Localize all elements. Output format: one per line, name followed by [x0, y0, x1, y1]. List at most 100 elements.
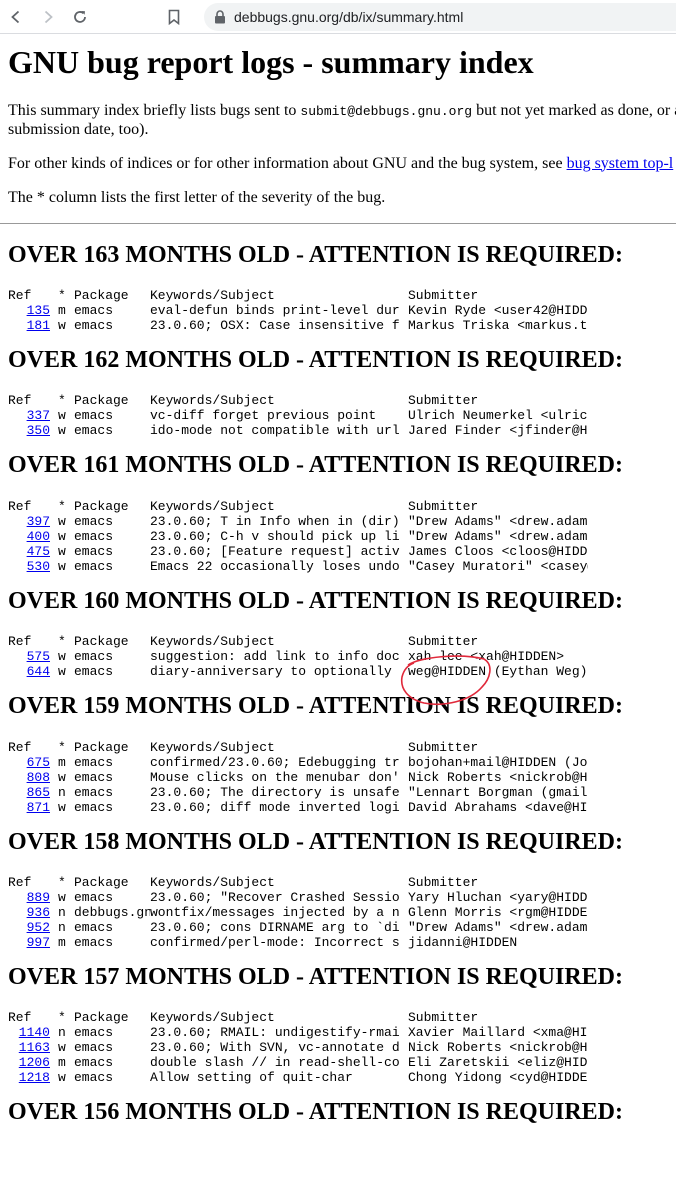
severity-cell: w [58, 1040, 66, 1056]
header-subj: Keywords/Subject [150, 1010, 275, 1026]
table-header: Ref * Package Keywords/Subject Submitter [8, 634, 668, 649]
package-cell: emacs [74, 1055, 114, 1071]
ref-cell: 1218 [8, 1070, 50, 1085]
table-header: Ref * Package Keywords/Subject Submitter [8, 499, 668, 514]
column-gap [400, 875, 408, 890]
bug-ref-link[interactable]: 1206 [19, 1055, 50, 1070]
subject-cell: suggestion: add link to info doc in [150, 649, 400, 665]
bug-ref-link[interactable]: 936 [27, 905, 50, 920]
subject-cell: 23.0.60; cons DIRNAME arg to `dired [150, 919, 400, 935]
bug-ref-link[interactable]: 865 [27, 785, 50, 800]
bug-ref-link[interactable]: 337 [27, 408, 50, 423]
header-sev: * [58, 634, 66, 650]
column-gap [50, 544, 58, 559]
package-cell: emacs [74, 513, 114, 529]
column-gap [400, 740, 408, 755]
submitter-cell: Glenn Morris <rgm@HIDDEN> [408, 904, 588, 920]
severity-cell: w [58, 649, 66, 665]
ref-cell: 475 [8, 544, 50, 559]
bug-ref-link[interactable]: 644 [27, 664, 50, 679]
bug-ref-link[interactable]: 1163 [19, 1040, 50, 1055]
subject-cell: confirmed/23.0.60; Edebugging track [150, 754, 400, 770]
back-button[interactable] [0, 0, 32, 34]
header-submitter: Submitter [408, 1010, 479, 1026]
column-gap [50, 423, 58, 438]
bug-ref-link[interactable]: 1140 [19, 1025, 50, 1040]
severity-cell: w [58, 799, 66, 815]
severity-cell: w [58, 513, 66, 529]
column-gap [50, 303, 58, 318]
header-subj: Keywords/Subject [150, 739, 275, 755]
bug-system-top-link[interactable]: bug system top-l [567, 155, 674, 172]
column-gap [400, 1010, 408, 1025]
submitter-cell: Chong Yidong <cyd@HIDDEN> [408, 1070, 588, 1086]
submitter-cell: Markus Triska <markus.tri [408, 317, 588, 333]
bug-ref-link[interactable]: 135 [27, 303, 50, 318]
severity-cell: w [58, 423, 66, 439]
section-heading: OVER 158 MONTHS OLD - ATTENTION IS REQUI… [8, 828, 623, 855]
submitter-cell: Xavier Maillard <xma@HIDD [408, 1025, 588, 1041]
severity-cell: n [58, 904, 66, 920]
table-row: 808 w emacs Mouse clicks on the menubar don… [8, 770, 668, 785]
bug-ref-link[interactable]: 400 [27, 529, 50, 544]
column-gap [400, 499, 408, 514]
column-gap [400, 890, 408, 905]
section-heading: OVER 159 MONTHS OLD - ATTENTION IS REQUI… [8, 693, 623, 720]
bug-ref-link[interactable]: 575 [27, 649, 50, 664]
header-ref: Ref [8, 1010, 32, 1026]
bug-ref-link[interactable]: 871 [27, 800, 50, 815]
bug-ref-link[interactable]: 997 [27, 935, 50, 950]
submitter-cell: Yary Hluchan <yary@HIDDEN [408, 889, 588, 905]
column-gap [50, 875, 58, 890]
column-gap [400, 544, 408, 559]
bug-table: Ref * Package Keywords/Subject Submitter 337 w… [8, 393, 668, 438]
bug-ref-link[interactable]: 675 [27, 755, 50, 770]
column-gap [400, 559, 408, 574]
bug-table: Ref * Package Keywords/Subject Submitter 675 m… [8, 740, 668, 815]
header-submitter: Submitter [408, 498, 479, 514]
column-gap [400, 318, 408, 333]
forward-button[interactable] [32, 0, 64, 34]
column-gap [400, 1025, 408, 1040]
package-cell: emacs [74, 528, 114, 544]
header-ref: Ref [8, 874, 32, 890]
bug-table: Ref * Package Keywords/Subject Submitter 575 w… [8, 634, 668, 679]
subject-cell: 23.0.60; OSX: Case insensitive file [150, 317, 400, 333]
ref-cell: 575 [8, 649, 50, 664]
column-gap [400, 920, 408, 935]
table-header: Ref * Package Keywords/Subject Submitter [8, 1010, 668, 1025]
address-bar[interactable]: debbugs.gnu.org/db/ix/summary.html [204, 3, 676, 31]
ref-cell: 808 [8, 770, 50, 785]
bookmark-button[interactable] [158, 0, 190, 34]
reload-button[interactable] [64, 0, 96, 34]
column-gap [50, 499, 58, 514]
column-gap [400, 423, 408, 438]
bug-ref-link[interactable]: 475 [27, 544, 50, 559]
subject-cell: 23.0.60; "Recover Crashed Session" [150, 889, 400, 905]
header-ref: Ref [8, 634, 32, 650]
section-heading: OVER 162 MONTHS OLD - ATTENTION IS REQUI… [8, 346, 623, 373]
bug-ref-link[interactable]: 530 [27, 559, 50, 574]
column-gap [50, 785, 58, 800]
severity-cell: w [58, 889, 66, 905]
ref-cell: 644 [8, 664, 50, 679]
table-row: 1206 m emacs double slash // in read-shell-… [8, 1055, 668, 1070]
header-pkg: Package [74, 393, 129, 409]
bug-ref-link[interactable]: 1218 [19, 1070, 50, 1085]
bug-ref-link[interactable]: 397 [27, 514, 50, 529]
column-gap [50, 920, 58, 935]
bug-ref-link[interactable]: 181 [27, 318, 50, 333]
header-subj: Keywords/Subject [150, 634, 275, 650]
page-content: GNU bug report logs - summary index This… [0, 45, 676, 1126]
subject-cell: 23.0.60; RMAIL: undigestify-rmail-m [150, 1025, 400, 1041]
bug-ref-link[interactable]: 952 [27, 920, 50, 935]
package-cell: emacs [74, 1040, 114, 1056]
bug-ref-link[interactable]: 889 [27, 890, 50, 905]
subject-cell: ido-mode not compatible with url-ha [150, 423, 400, 439]
ref-cell: 952 [8, 920, 50, 935]
package-cell: emacs [74, 423, 114, 439]
subject-cell: vc-diff forget previous point [150, 408, 377, 424]
bug-ref-link[interactable]: 350 [27, 423, 50, 438]
bug-ref-link[interactable]: 808 [27, 770, 50, 785]
table-row: 889 w emacs 23.0.60; "Recover Crashed Sessi… [8, 890, 668, 905]
